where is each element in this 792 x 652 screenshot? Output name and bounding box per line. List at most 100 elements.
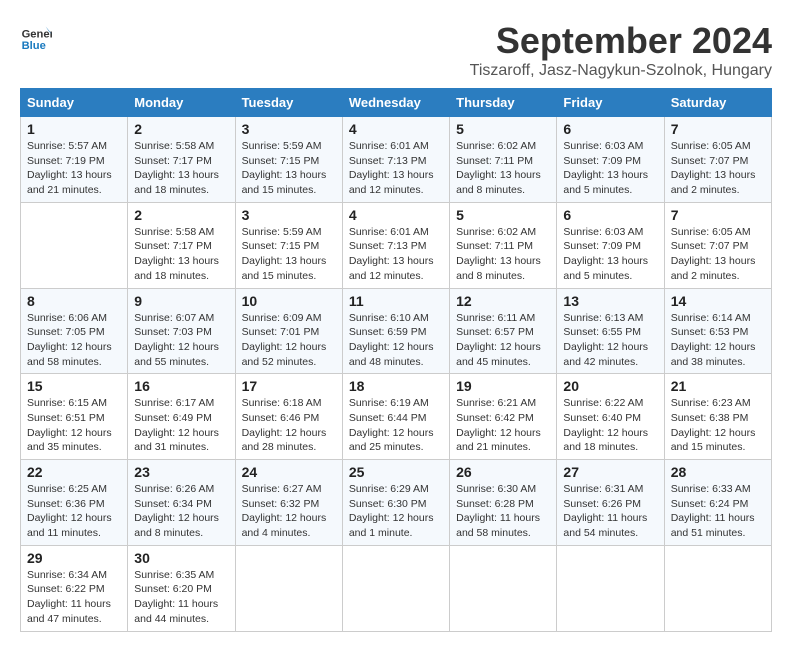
day-info: Sunrise: 6:18 AMSunset: 6:46 PMDaylight:… (242, 396, 336, 455)
day-number: 14 (671, 293, 765, 309)
table-row (21, 202, 128, 288)
table-row: 19 Sunrise: 6:21 AMSunset: 6:42 PMDayligh… (450, 374, 557, 460)
table-row (450, 545, 557, 631)
table-row: 7 Sunrise: 6:05 AMSunset: 7:07 PMDaylight… (664, 117, 771, 203)
day-number: 2 (134, 207, 228, 223)
table-row: 11Sunrise: 6:10 AMSunset: 6:59 PMDayligh… (342, 288, 449, 374)
day-number: 8 (27, 293, 121, 309)
day-number: 15 (27, 378, 121, 394)
day-info: Sunrise: 6:21 AMSunset: 6:42 PMDaylight:… (456, 396, 550, 455)
day-number: 19 (456, 378, 550, 394)
calendar-week-row: 1 Sunrise: 5:57 AMSunset: 7:19 PMDaylight… (21, 117, 772, 203)
day-info: Sunrise: 6:15 AMSunset: 6:51 PMDaylight:… (27, 396, 121, 455)
day-number: 5 (456, 121, 550, 137)
table-row: 5Sunrise: 6:02 AMSunset: 7:11 PMDaylight… (450, 117, 557, 203)
day-info: Sunrise: 6:14 AMSunset: 6:53 PMDaylight:… (671, 311, 765, 370)
day-info: Sunrise: 6:05 AMSunset: 7:07 PMDaylight:… (671, 225, 765, 284)
table-row: 4Sunrise: 6:01 AMSunset: 7:13 PMDaylight… (342, 117, 449, 203)
day-info: Sunrise: 6:35 AMSunset: 6:20 PMDaylight:… (134, 568, 228, 627)
day-number: 7 (671, 121, 765, 137)
table-row (557, 545, 664, 631)
day-info: Sunrise: 6:31 AMSunset: 6:26 PMDaylight:… (563, 482, 657, 541)
day-number: 28 (671, 464, 765, 480)
col-friday: Friday (557, 89, 664, 117)
day-number: 24 (242, 464, 336, 480)
day-info: Sunrise: 6:01 AMSunset: 7:13 PMDaylight:… (349, 225, 443, 284)
col-monday: Monday (128, 89, 235, 117)
table-row: 27 Sunrise: 6:31 AMSunset: 6:26 PMDayligh… (557, 460, 664, 546)
logo: General Blue (20, 20, 52, 52)
day-info: Sunrise: 5:58 AMSunset: 7:17 PMDaylight:… (134, 225, 228, 284)
table-row: 6Sunrise: 6:03 AMSunset: 7:09 PMDaylight… (557, 202, 664, 288)
col-thursday: Thursday (450, 89, 557, 117)
day-info: Sunrise: 6:29 AMSunset: 6:30 PMDaylight:… (349, 482, 443, 541)
svg-text:General: General (22, 29, 52, 41)
day-number: 26 (456, 464, 550, 480)
day-number: 9 (134, 293, 228, 309)
table-row: 10 Sunrise: 6:09 AMSunset: 7:01 PMDayligh… (235, 288, 342, 374)
day-number: 20 (563, 378, 657, 394)
calendar-week-row: 29 Sunrise: 6:34 AMSunset: 6:22 PMDayligh… (21, 545, 772, 631)
day-info: Sunrise: 6:25 AMSunset: 6:36 PMDaylight:… (27, 482, 121, 541)
table-row (342, 545, 449, 631)
calendar-week-row: 8Sunrise: 6:06 AMSunset: 7:05 PMDaylight… (21, 288, 772, 374)
day-number: 10 (242, 293, 336, 309)
location: Tiszaroff, Jasz-Nagykun-Szolnok, Hungary (470, 62, 772, 80)
calendar-table: Sunday Monday Tuesday Wednesday Thursday… (20, 88, 772, 632)
table-row: 18Sunrise: 6:19 AMSunset: 6:44 PMDayligh… (342, 374, 449, 460)
day-info: Sunrise: 6:03 AMSunset: 7:09 PMDaylight:… (563, 139, 657, 198)
col-saturday: Saturday (664, 89, 771, 117)
table-row: 3 Sunrise: 5:59 AMSunset: 7:15 PMDaylight… (235, 202, 342, 288)
table-row: 25Sunrise: 6:29 AMSunset: 6:30 PMDayligh… (342, 460, 449, 546)
day-number: 27 (563, 464, 657, 480)
day-info: Sunrise: 6:05 AMSunset: 7:07 PMDaylight:… (671, 139, 765, 198)
month-title: September 2024 (470, 20, 772, 62)
calendar-week-row: 15 Sunrise: 6:15 AMSunset: 6:51 PMDayligh… (21, 374, 772, 460)
day-number: 16 (134, 378, 228, 394)
day-number: 29 (27, 550, 121, 566)
calendar-week-row: 22Sunrise: 6:25 AMSunset: 6:36 PMDayligh… (21, 460, 772, 546)
table-row (664, 545, 771, 631)
table-row: 1 Sunrise: 5:57 AMSunset: 7:19 PMDaylight… (21, 117, 128, 203)
day-number: 6 (563, 207, 657, 223)
table-row: 20Sunrise: 6:22 AMSunset: 6:40 PMDayligh… (557, 374, 664, 460)
day-number: 3 (242, 121, 336, 137)
table-row: 21Sunrise: 6:23 AMSunset: 6:38 PMDayligh… (664, 374, 771, 460)
day-info: Sunrise: 6:33 AMSunset: 6:24 PMDaylight:… (671, 482, 765, 541)
table-row: 22Sunrise: 6:25 AMSunset: 6:36 PMDayligh… (21, 460, 128, 546)
day-info: Sunrise: 6:01 AMSunset: 7:13 PMDaylight:… (349, 139, 443, 198)
day-info: Sunrise: 5:59 AMSunset: 7:15 PMDaylight:… (242, 139, 336, 198)
day-info: Sunrise: 5:59 AMSunset: 7:15 PMDaylight:… (242, 225, 336, 284)
col-sunday: Sunday (21, 89, 128, 117)
day-info: Sunrise: 5:57 AMSunset: 7:19 PMDaylight:… (27, 139, 121, 198)
page-header: General Blue September 2024 Tiszaroff, J… (20, 20, 772, 80)
table-row: 9 Sunrise: 6:07 AMSunset: 7:03 PMDaylight… (128, 288, 235, 374)
col-wednesday: Wednesday (342, 89, 449, 117)
table-row: 3 Sunrise: 5:59 AMSunset: 7:15 PMDaylight… (235, 117, 342, 203)
day-info: Sunrise: 6:07 AMSunset: 7:03 PMDaylight:… (134, 311, 228, 370)
table-row: 4Sunrise: 6:01 AMSunset: 7:13 PMDaylight… (342, 202, 449, 288)
table-row: 2 Sunrise: 5:58 AMSunset: 7:17 PMDaylight… (128, 202, 235, 288)
table-row: 12Sunrise: 6:11 AMSunset: 6:57 PMDayligh… (450, 288, 557, 374)
col-tuesday: Tuesday (235, 89, 342, 117)
day-info: Sunrise: 6:09 AMSunset: 7:01 PMDaylight:… (242, 311, 336, 370)
day-number: 3 (242, 207, 336, 223)
day-info: Sunrise: 6:34 AMSunset: 6:22 PMDaylight:… (27, 568, 121, 627)
table-row: 2Sunrise: 5:58 AMSunset: 7:17 PMDaylight… (128, 117, 235, 203)
day-info: Sunrise: 6:27 AMSunset: 6:32 PMDaylight:… (242, 482, 336, 541)
table-row: 7 Sunrise: 6:05 AMSunset: 7:07 PMDaylight… (664, 202, 771, 288)
table-row: 6Sunrise: 6:03 AMSunset: 7:09 PMDaylight… (557, 117, 664, 203)
table-row: 17Sunrise: 6:18 AMSunset: 6:46 PMDayligh… (235, 374, 342, 460)
table-row: 16 Sunrise: 6:17 AMSunset: 6:49 PMDayligh… (128, 374, 235, 460)
table-row: 15 Sunrise: 6:15 AMSunset: 6:51 PMDayligh… (21, 374, 128, 460)
title-block: September 2024 Tiszaroff, Jasz-Nagykun-S… (470, 20, 772, 80)
day-number: 1 (27, 121, 121, 137)
day-info: Sunrise: 6:19 AMSunset: 6:44 PMDaylight:… (349, 396, 443, 455)
table-row: 24 Sunrise: 6:27 AMSunset: 6:32 PMDayligh… (235, 460, 342, 546)
day-number: 30 (134, 550, 228, 566)
logo-icon: General Blue (20, 20, 52, 52)
day-number: 7 (671, 207, 765, 223)
table-row: 30 Sunrise: 6:35 AMSunset: 6:20 PMDayligh… (128, 545, 235, 631)
calendar-week-row: 2 Sunrise: 5:58 AMSunset: 7:17 PMDaylight… (21, 202, 772, 288)
day-info: Sunrise: 6:17 AMSunset: 6:49 PMDaylight:… (134, 396, 228, 455)
